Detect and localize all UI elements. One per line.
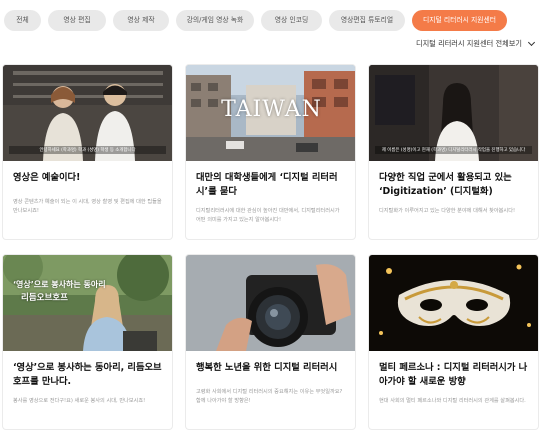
card-description: 봉사를 영상으로 전다구!요) 새로운 봉사의 시대, 만나보시죠! — [13, 398, 146, 404]
video-card[interactable]: 제 이름은 (성명)이고 현재 (학과명) 디지털리터러시 작업을 진행하고 있… — [368, 64, 539, 240]
video-card[interactable]: 멀티 페르소나 : 디지털 리터러시가 나아가야 할 새로운 방향 현대 사회의… — [368, 254, 539, 430]
volunteer-overlay-title: ‘영상’으로 봉사하는 동아리 — [13, 280, 106, 289]
card-title: 행복한 노년을 위한 디지털 리터러시 — [196, 362, 338, 373]
card-title: 대만의 대학생들에게 ‘디지털 리터러시’를 묻다 — [196, 172, 338, 197]
volunteer-club-thumbnail-image — [3, 255, 172, 351]
filter-chip-digital-literacy-center[interactable]: 디지털 리터러시 지원센터 — [412, 10, 507, 31]
card-description: 현대 사회의 멀티 페르소나와 디지털 리터러시의 관계를 살펴봅시다. — [379, 398, 526, 404]
taiwan-overlay-text: TAIWAN — [221, 97, 322, 122]
video-thumbnail — [186, 255, 355, 351]
filter-chip-video-editing[interactable]: 영상 편집 — [48, 10, 106, 31]
video-card-grid: 안녕하세요 (학과명) 학과 (성명) 학생 등 소개합니다 영상은 예술이다!… — [2, 64, 539, 430]
card-description: 디지털화가 이루어지고 있는 다양한 분야에 대해서 찾아봅시다! — [379, 208, 516, 214]
video-subtitle-caption: 안녕하세요 (학과명) 학과 (성명) 학생 등 소개합니다 — [9, 146, 166, 154]
filter-chip-editing-tutorial[interactable]: 영상편집 튜토리얼 — [329, 10, 405, 31]
card-title: 멀티 페르소나 : 디지털 리터러시가 나아가야 할 새로운 방향 — [379, 362, 528, 387]
video-thumbnail: TAIWAN — [186, 65, 355, 161]
filter-chip-all[interactable]: 전체 — [4, 10, 41, 31]
volunteer-overlay-subtitle: 리듬오브호프 — [21, 293, 68, 303]
video-card[interactable]: ‘영상’으로 봉사하는 동아리 리듬오브호프 ‘영상’으로 봉사하는 동아리, … — [2, 254, 173, 430]
card-title: 영상은 예술이다! — [13, 172, 81, 183]
view-all-dropdown[interactable]: 디지털 리터러시 지원센터 전체보기 — [415, 38, 536, 49]
video-subtitle-caption: 제 이름은 (성명)이고 현재 (학과명) 디지털리터러시 작업을 진행하고 있… — [375, 146, 532, 154]
venetian-mask-thumbnail-image — [369, 255, 538, 351]
card-title: 다양한 직업 군에서 활용되고 있는 ‘Digitization’ (디지털화) — [379, 172, 512, 197]
card-description: 영상 콘텐츠가 예술이 되는 이 시대, 영상 촬영 및 편집에 대한 팁들을 … — [13, 199, 162, 214]
card-description: 디지털리터러시에 대한 관심이 높아진 대만에서, 디지털리터러시가 어떤 의미… — [196, 208, 340, 223]
card-title: ‘영상’으로 봉사하는 동아리, 리듬오브호프를 만나다. — [13, 362, 162, 387]
video-thumbnail: 안녕하세요 (학과명) 학과 (성명) 학생 등 소개합니다 — [3, 65, 172, 161]
filter-chip-lecture-game-recording[interactable]: 강의/게임 영상 녹화 — [176, 10, 254, 31]
video-thumbnail — [369, 255, 538, 351]
category-filter-bar: 전체 영상 편집 영상 제작 강의/게임 영상 녹화 영상 인코딩 영상편집 튜… — [4, 10, 536, 31]
video-card[interactable]: 행복한 노년을 위한 디지털 리터러시 고령화 사회에서 디지털 리터러시의 중… — [185, 254, 356, 430]
filter-chip-video-encoding[interactable]: 영상 인코딩 — [261, 10, 322, 31]
filter-chip-video-production[interactable]: 영상 제작 — [113, 10, 169, 31]
card-description: 고령화 사회에서 디지털 리터러시의 중요해지는 이유는 무엇일까요? 함께 나… — [196, 389, 343, 404]
view-all-label: 디지털 리터러시 지원센터 전체보기 — [415, 39, 522, 48]
video-card[interactable]: TAIWAN 대만의 대학생들에게 ‘디지털 리터러시’를 묻다 디지털리터러시… — [185, 64, 356, 240]
chevron-down-icon — [527, 38, 536, 47]
video-card[interactable]: 안녕하세요 (학과명) 학과 (성명) 학생 등 소개합니다 영상은 예술이다!… — [2, 64, 173, 240]
camera-hands-thumbnail-image — [186, 255, 355, 351]
video-thumbnail: 제 이름은 (성명)이고 현재 (학과명) 디지털리터러시 작업을 진행하고 있… — [369, 65, 538, 161]
video-thumbnail: ‘영상’으로 봉사하는 동아리 리듬오브호프 — [3, 255, 172, 351]
